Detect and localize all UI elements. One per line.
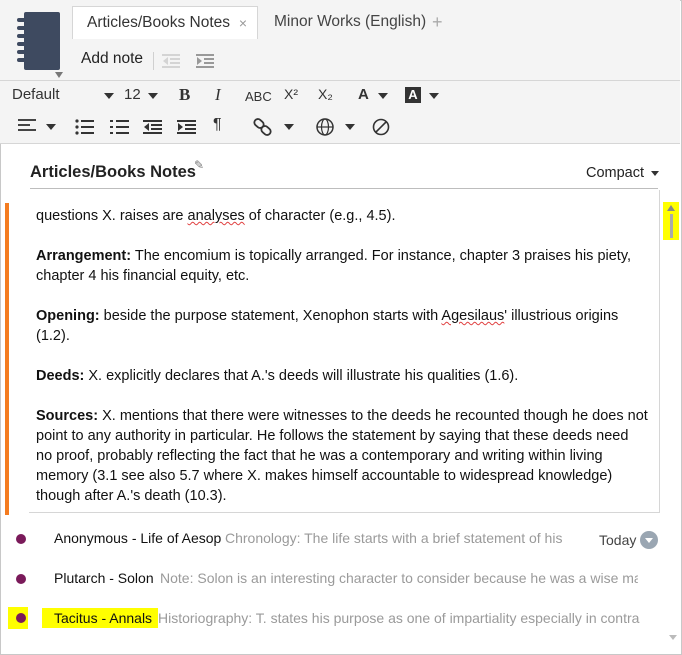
arrangement-label: Arrangement:	[36, 248, 132, 264]
tab-minor-works[interactable]: Minor Works (English)	[260, 6, 440, 38]
new-tab-button[interactable]: +	[432, 6, 443, 38]
font-color-button[interactable]: A	[358, 86, 369, 103]
increase-indent-icon[interactable]	[177, 119, 197, 135]
list-item[interactable]: Anonymous - Life of Aesop Chronology: Th…	[0, 520, 680, 560]
tab-articles-books-notes[interactable]: Articles/Books Notes ×	[72, 6, 258, 39]
note-snippet: Note: Solon is an interesting character …	[160, 570, 638, 586]
opening-label: Opening:	[36, 308, 100, 324]
note-editor[interactable]: questions X. raises are analyses of char…	[29, 190, 660, 513]
link-icon[interactable]	[253, 118, 273, 136]
note-dot-icon	[16, 534, 26, 544]
decrease-indent-icon[interactable]	[143, 119, 163, 135]
note-text: beside the purpose statement, Xenophon s…	[99, 308, 442, 324]
chevron-down-icon[interactable]	[345, 124, 355, 130]
scroll-down-arrow-icon[interactable]	[669, 635, 677, 640]
note-dot-icon	[16, 574, 26, 584]
close-tab-icon[interactable]: ×	[239, 7, 247, 39]
note-text: X. mentions that there were witnesses to…	[36, 408, 648, 504]
selected-note-accent-bar	[5, 203, 9, 515]
editor-scrollbar[interactable]	[663, 202, 679, 240]
bold-button[interactable]: B	[179, 85, 190, 105]
small-caps-button[interactable]: ABC	[245, 89, 272, 104]
notebook-icon[interactable]	[17, 12, 61, 72]
sources-label: Sources:	[36, 408, 99, 424]
chevron-down-icon[interactable]	[378, 93, 388, 99]
chevron-down-icon[interactable]	[104, 93, 114, 99]
list-item[interactable]: Tacitus - Annals Historiography: T. stat…	[0, 600, 680, 640]
add-note-button[interactable]: Add note	[81, 50, 143, 68]
paragraph-direction-button[interactable]: ¶	[213, 116, 222, 134]
note-text: questions X. raises are	[36, 208, 188, 224]
note-text: X. explicitly declares that A.'s deeds w…	[84, 368, 519, 384]
scrollbar-thumb[interactable]	[670, 214, 673, 238]
expand-chevron-icon[interactable]	[640, 531, 658, 549]
outdent-icon[interactable]	[162, 53, 182, 69]
header-divider	[30, 188, 658, 189]
format-toolbar-row-2: ¶	[0, 111, 680, 144]
note-body[interactable]: questions X. raises are analyses of char…	[36, 206, 648, 512]
note-title: Tacitus - Annals	[42, 608, 159, 628]
chevron-down-icon	[651, 170, 660, 176]
note-text: of character (e.g., 4.5).	[244, 208, 396, 224]
view-mode-label: Compact	[586, 165, 645, 181]
align-left-icon[interactable]	[18, 119, 36, 133]
deeds-label: Deeds:	[36, 368, 85, 384]
chevron-down-icon[interactable]	[429, 93, 439, 99]
tab-label: Minor Works (English)	[274, 13, 427, 30]
view-mode-dropdown[interactable]: Compact	[586, 165, 660, 181]
italic-button[interactable]: I	[215, 85, 221, 105]
spellcheck-word: analyses	[187, 208, 245, 224]
note-snippet: Chronology: The life starts with a brief…	[225, 530, 563, 546]
edit-title-pencil-icon[interactable]: ✎	[194, 158, 204, 172]
highlight-color-button[interactable]: A	[405, 87, 421, 103]
chevron-down-icon[interactable]	[46, 124, 56, 130]
panel-title: Articles/Books Notes	[30, 163, 196, 181]
note-snippet: Historiography: T. states his purpose as…	[158, 610, 640, 626]
format-toolbar-row-1: Default 12 B I ABC X² X₂ A A	[0, 81, 680, 111]
spellcheck-word: Agesilaus	[441, 308, 505, 324]
numbered-list-icon[interactable]	[110, 119, 130, 135]
note-date: Today	[599, 532, 637, 548]
toolbar-divider	[153, 52, 154, 70]
superscript-button[interactable]: X²	[284, 86, 298, 102]
notebook-menu-caret-icon[interactable]	[55, 72, 63, 78]
chevron-down-icon[interactable]	[148, 93, 158, 99]
note-dot-icon	[16, 613, 26, 623]
indent-icon[interactable]	[196, 53, 216, 69]
note-title: Anonymous - Life of Aesop	[54, 530, 222, 546]
font-size-select[interactable]: 12	[124, 86, 141, 103]
style-select[interactable]: Default	[12, 86, 60, 103]
globe-icon[interactable]	[316, 118, 334, 136]
scroll-up-arrow-icon[interactable]	[667, 205, 675, 211]
subscript-button[interactable]: X₂	[318, 86, 333, 102]
list-item[interactable]: Plutarch - Solon Note: Solon is an inter…	[0, 560, 680, 600]
clear-formatting-icon[interactable]	[372, 118, 390, 136]
note-title: Plutarch - Solon	[54, 570, 154, 586]
tab-label: Articles/Books Notes	[87, 14, 230, 31]
chevron-down-icon[interactable]	[284, 124, 294, 130]
tab-bar: Articles/Books Notes × Minor Works (Engl…	[0, 0, 680, 81]
bullet-list-icon[interactable]	[75, 119, 95, 135]
